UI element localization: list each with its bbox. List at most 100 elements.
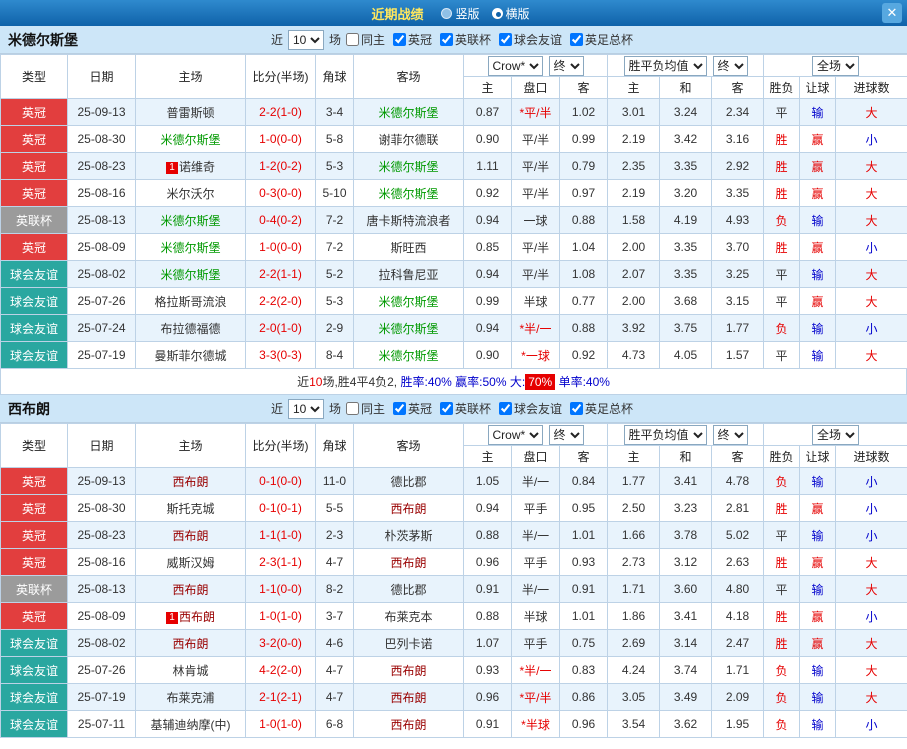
checkbox-input[interactable] [570,402,584,415]
checkbox-input[interactable] [440,402,453,415]
close-icon[interactable]: ✕ [882,3,902,23]
match-type-badge: 英冠 [0,98,68,126]
same-home-checkbox[interactable]: 同主 [345,400,385,417]
match-count-select[interactable]: 10 [287,398,324,419]
team-link[interactable]: 米德尔斯堡 [378,349,438,363]
league-checkbox[interactable]: 英冠 [392,400,432,417]
team-link[interactable]: 斯旺西 [390,241,426,255]
team-link[interactable]: 西布朗 [172,583,208,597]
team-link[interactable]: 西布朗 [390,556,426,570]
team-link[interactable]: 米德尔斯堡 [378,187,438,201]
odds-final-select[interactable]: 终 [548,55,584,76]
team-link[interactable]: 布莱克本 [384,610,432,624]
team-link[interactable]: 米德尔斯堡 [378,160,438,174]
team-link[interactable]: 米德尔斯堡 [160,241,220,255]
checkbox-input[interactable] [440,33,453,46]
match-date: 25-07-11 [67,710,136,738]
bookmaker-select[interactable]: Crow* [487,424,543,445]
handicap: 平/半 [511,125,560,153]
team-link[interactable]: 米德尔斯堡 [378,295,438,309]
team-link[interactable]: 普雷斯顿 [166,106,214,120]
league-checkbox[interactable]: 球会友谊 [499,31,562,48]
avg-type-select[interactable]: 胜平负均值 [623,424,707,445]
league-checkbox[interactable]: 英联杯 [440,400,491,417]
league-checkbox[interactable]: 英足总杯 [570,400,633,417]
home-team: 米尔沃尔 [135,179,246,207]
team-link[interactable]: 布莱克浦 [166,691,214,705]
bookmaker-select[interactable]: Crow* [487,55,543,76]
match-count-select[interactable]: 10 [287,29,324,50]
team-link[interactable]: 朴茨茅斯 [384,529,432,543]
checkbox-input[interactable] [345,402,359,415]
result-cell: 平 [763,98,801,126]
team-link[interactable]: 德比郡 [390,475,426,489]
layout-radio-horizontal[interactable]: 横版 [491,5,530,22]
handicap: *平/半 [511,98,560,126]
league-checkbox[interactable]: 英联杯 [440,31,491,48]
checkbox-input[interactable] [392,33,406,46]
away-team: 拉科鲁尼亚 [353,260,464,288]
team-link[interactable]: 米德尔斯堡 [378,322,438,336]
near-label: 近 [270,402,283,416]
handicap-result-cell: 赢 [799,548,837,576]
team-link[interactable]: 西布朗 [390,502,426,516]
scope-select[interactable]: 全场 [812,55,860,76]
avg-final-select[interactable]: 终 [712,424,748,445]
team-link[interactable]: 米德尔斯堡 [160,268,220,282]
team-link[interactable]: 布拉德福德 [160,322,220,336]
checkbox-input[interactable] [345,33,359,46]
team-link[interactable]: 米德尔斯堡 [160,133,220,147]
team-link[interactable]: 基辅迪纳摩(中) [151,718,231,732]
handicap-result-cell: 输 [799,710,837,738]
checkbox-input[interactable] [499,402,513,415]
team-link[interactable]: 西布朗 [179,610,215,624]
league-checkbox[interactable]: 球会友谊 [499,400,562,417]
team-link[interactable]: 唐卡斯特流浪者 [366,214,450,228]
team-link[interactable]: 德比郡 [390,583,426,597]
team-link[interactable]: 曼斯菲尔德城 [154,349,226,363]
avg-final-select[interactable]: 终 [712,55,748,76]
team-link[interactable]: 米尔沃尔 [166,187,214,201]
team-link[interactable]: 西布朗 [172,529,208,543]
team-link[interactable]: 谢菲尔德联 [378,133,438,147]
away-team: 西布朗 [353,710,464,738]
checkbox-input[interactable] [392,402,406,415]
home-odds: 0.93 [463,656,512,684]
home-odds: 0.91 [463,710,512,738]
same-home-checkbox[interactable]: 同主 [345,31,385,48]
checkbox-input[interactable] [499,33,513,46]
avg-draw: 3.41 [659,467,713,495]
avg-draw: 3.68 [659,287,713,315]
league-checkbox[interactable]: 英冠 [392,31,432,48]
home-team: 林肯城 [135,656,246,684]
match-row: 英冠 25-08-16 威斯汉姆 2-3(1-1) 4-7 西布朗 0.96 平手 0.93 2.… [0,548,907,576]
filters: 近 10 场 同主 英冠 英联杯 球会友谊 英足总杯 [270,398,636,419]
team-link[interactable]: 西布朗 [172,475,208,489]
team-link[interactable]: 米德尔斯堡 [378,106,438,120]
corner-score: 8-2 [315,575,354,603]
avg-type-select[interactable]: 胜平负均值 [623,55,707,76]
team-link[interactable]: 西布朗 [172,637,208,651]
team-link[interactable]: 格拉斯哥流浪 [154,295,226,309]
checkbox-input[interactable] [570,33,584,46]
team-link[interactable]: 威斯汉姆 [166,556,214,570]
match-score: 2-2(1-1) [245,260,316,288]
team-link[interactable]: 诺维奇 [179,160,215,174]
team-link[interactable]: 西布朗 [390,718,426,732]
team-link[interactable]: 林肯城 [172,664,208,678]
league-checkbox[interactable]: 英足总杯 [570,31,633,48]
team-link[interactable]: 西布朗 [390,691,426,705]
team-link[interactable]: 拉科鲁尼亚 [378,268,438,282]
team-link[interactable]: 斯托克城 [166,502,214,516]
team-link[interactable]: 米德尔斯堡 [160,214,220,228]
avg-draw: 3.60 [659,575,713,603]
home-odds: 1.05 [463,467,512,495]
match-row: 球会友谊 25-08-02 西布朗 3-2(0-0) 4-6 巴列卡诺 1.07 平手 0.75… [0,629,907,657]
match-date: 25-07-24 [67,314,136,342]
match-score: 4-2(2-0) [245,656,316,684]
layout-radio-vertical[interactable]: 竖版 [441,5,480,22]
odds-final-select[interactable]: 终 [548,424,584,445]
scope-select[interactable]: 全场 [812,424,860,445]
team-link[interactable]: 巴列卡诺 [384,637,432,651]
team-link[interactable]: 西布朗 [390,664,426,678]
